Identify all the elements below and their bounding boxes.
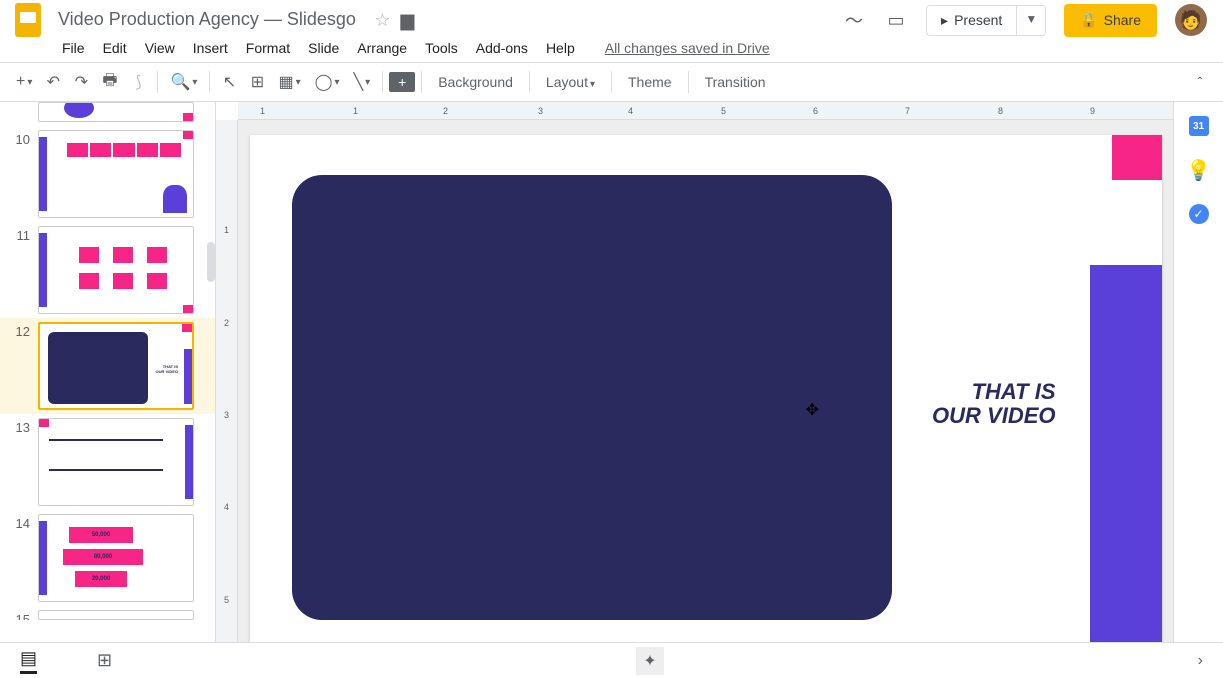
slide-number: 15 — [10, 610, 30, 616]
calendar-icon[interactable]: 31 — [1189, 116, 1209, 136]
separator — [421, 71, 422, 93]
separator — [157, 71, 158, 93]
menu-addons[interactable]: Add-ons — [468, 36, 536, 60]
lock-icon: 🔒 — [1080, 12, 1097, 29]
show-side-panel-button[interactable]: › — [1198, 652, 1203, 670]
comment-button[interactable]: + — [389, 72, 415, 92]
slide-number: 14 — [10, 514, 30, 602]
menu-tools[interactable]: Tools — [417, 36, 466, 60]
print-button[interactable]: 🖶 — [96, 68, 123, 96]
menu-edit[interactable]: Edit — [95, 36, 135, 60]
ruler-horizontal[interactable]: 1 1 2 3 4 5 6 7 8 9 — [238, 102, 1173, 120]
separator — [529, 71, 530, 93]
canvas-area: 1 1 2 3 4 5 6 7 8 9 1 2 3 4 5 THAT IS — [216, 102, 1173, 642]
slide-number: 13 — [10, 418, 30, 506]
shape-tool[interactable]: ◯▾ — [309, 68, 346, 96]
explore-button[interactable]: ✦ — [636, 647, 664, 675]
side-panel: 31 💡 ✓ — [1173, 102, 1223, 642]
separator — [209, 71, 210, 93]
slide-thumb-11[interactable] — [38, 226, 194, 314]
menu-help[interactable]: Help — [538, 36, 583, 60]
toolbar: +▾ ↶ ↷ 🖶 ⟆ 🔍▾ ↖ ⊞ ▦▾ ◯▾ ╲▾ + Background … — [0, 62, 1223, 102]
separator — [688, 71, 689, 93]
redo-button[interactable]: ↷ — [68, 68, 94, 96]
slide-title-text[interactable]: THAT IS OUR VIDEO — [932, 380, 1055, 428]
filmstrip-view-button[interactable]: ▤ — [20, 648, 37, 674]
shape-pink-square[interactable] — [1112, 135, 1162, 180]
menu-format[interactable]: Format — [238, 36, 298, 60]
tasks-icon[interactable]: ✓ — [1189, 204, 1209, 224]
video-placeholder[interactable] — [292, 175, 892, 620]
present-label: Present — [954, 12, 1002, 28]
app-logo[interactable] — [8, 0, 48, 40]
present-button[interactable]: ▸ Present — [926, 5, 1017, 36]
transition-button[interactable]: Transition — [695, 68, 776, 96]
select-tool[interactable]: ↖ — [216, 68, 242, 96]
paint-format-button[interactable]: ⟆ — [125, 68, 151, 96]
play-icon: ▸ — [941, 12, 948, 29]
menu-arrange[interactable]: Arrange — [349, 36, 415, 60]
bottom-bar: ▤ ⊞ ✦ › — [0, 642, 1223, 678]
menu-view[interactable]: View — [137, 36, 183, 60]
layout-button[interactable]: Layout▾ — [536, 68, 605, 96]
hide-menus-button[interactable]: ˆ — [1187, 68, 1213, 96]
menu-slide[interactable]: Slide — [300, 36, 347, 60]
slide-thumb-9[interactable] — [38, 102, 194, 122]
share-label: Share — [1104, 12, 1141, 28]
theme-button[interactable]: Theme — [618, 68, 682, 96]
slide-number — [10, 102, 30, 122]
ruler-vertical[interactable]: 1 2 3 4 5 — [216, 120, 238, 642]
keep-icon[interactable]: 💡 — [1189, 160, 1209, 180]
grid-view-button[interactable]: ⊞ — [97, 650, 112, 671]
separator — [611, 71, 612, 93]
shape-purple-bar[interactable] — [1090, 265, 1162, 642]
line-tool[interactable]: ╲▾ — [348, 68, 377, 96]
save-status[interactable]: All changes saved in Drive — [605, 40, 770, 56]
folder-icon[interactable]: ▆ — [400, 10, 414, 31]
share-button[interactable]: 🔒 Share — [1064, 4, 1157, 37]
slide-number: 12 — [10, 322, 30, 410]
image-tool[interactable]: ▦▾ — [272, 68, 306, 96]
slide-number: 10 — [10, 130, 30, 218]
filmstrip[interactable]: 10 11 12 — [0, 102, 216, 642]
slide-canvas[interactable]: THAT IS OUR VIDEO ✥ — [250, 135, 1162, 642]
slide-thumb-13[interactable] — [38, 418, 194, 506]
star-icon[interactable]: ☆ — [374, 10, 390, 31]
undo-button[interactable]: ↶ — [40, 68, 66, 96]
slide-thumb-14[interactable]: 50,000 80,000 20,000 — [38, 514, 194, 602]
separator — [382, 71, 383, 93]
present-dropdown[interactable]: ▼ — [1017, 5, 1046, 36]
move-cursor-icon: ✥ — [806, 400, 819, 420]
menu-insert[interactable]: Insert — [185, 36, 236, 60]
comments-icon[interactable]: ▭ — [884, 8, 908, 32]
slide-thumb-15[interactable] — [38, 610, 194, 620]
slide-thumb-10[interactable] — [38, 130, 194, 218]
account-avatar[interactable]: 🧑 — [1175, 4, 1207, 36]
menu-bar: File Edit View Insert Format Slide Arran… — [0, 34, 1223, 62]
scrollbar-thumb[interactable] — [207, 242, 215, 282]
slide-number: 11 — [10, 226, 30, 314]
zoom-button[interactable]: 🔍▾ — [164, 68, 203, 96]
activity-icon[interactable]: 〜 — [842, 8, 866, 32]
background-button[interactable]: Background — [428, 68, 523, 96]
slide-thumb-12[interactable]: THAT ISOUR VIDEO — [38, 322, 194, 410]
textbox-tool[interactable]: ⊞ — [244, 68, 270, 96]
menu-file[interactable]: File — [54, 36, 93, 60]
new-slide-button[interactable]: +▾ — [10, 68, 38, 96]
doc-title[interactable]: Video Production Agency — Slidesgo — [54, 7, 360, 31]
